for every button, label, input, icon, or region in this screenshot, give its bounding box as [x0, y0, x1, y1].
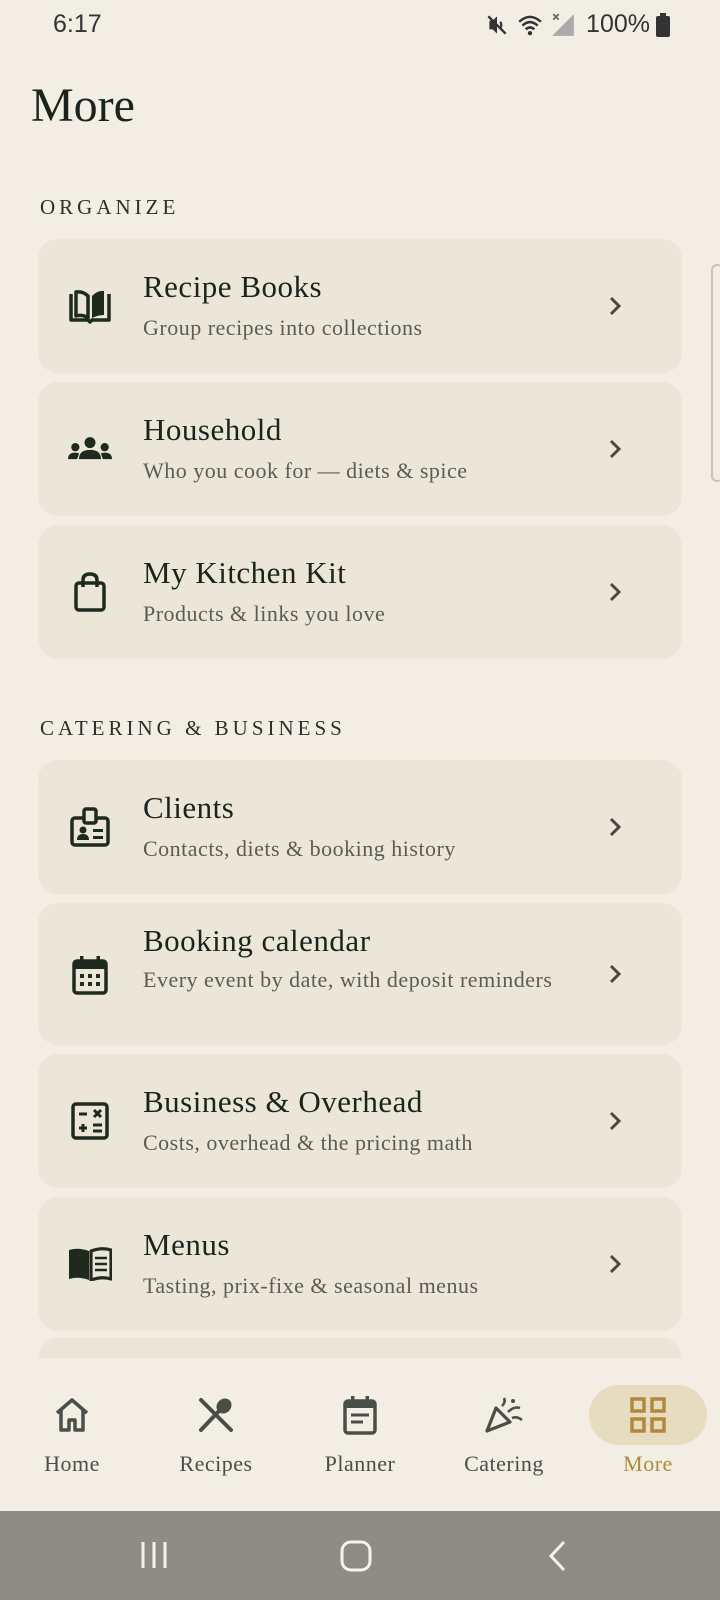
- menu-item-title: My Kitchen Kit: [143, 555, 347, 590]
- shopping-bag-icon: [68, 570, 112, 614]
- chevron-right-icon: [609, 817, 622, 837]
- calculator-icon: [68, 1099, 112, 1143]
- calendar-icon: [68, 953, 112, 997]
- chevron-right-icon: [609, 582, 622, 602]
- section-label-organize: ORGANIZE: [40, 195, 180, 219]
- nav-label: Catering: [464, 1451, 544, 1476]
- home-icon: [55, 1398, 89, 1432]
- menu-item-title: Clients: [143, 790, 235, 825]
- menu-item-subtitle: Contacts, diets & booking history: [143, 836, 456, 861]
- nav-planner[interactable]: Planner: [288, 1359, 432, 1511]
- wifi-icon: [518, 15, 542, 35]
- back-icon[interactable]: [546, 1539, 570, 1573]
- menu-item-clients[interactable]: Clients Contacts, diets & booking histor…: [38, 760, 682, 894]
- contact-badge-icon: [68, 805, 112, 849]
- nav-more[interactable]: More: [576, 1359, 720, 1511]
- status-time: 6:17: [53, 10, 102, 38]
- nav-label: Home: [44, 1451, 100, 1476]
- utensils-icon: [199, 1398, 233, 1432]
- chevron-right-icon: [609, 1254, 622, 1274]
- nav-recipes[interactable]: Recipes: [144, 1359, 288, 1511]
- menu-item-household[interactable]: Household Who you cook for — diets & spi…: [38, 382, 682, 516]
- menu-item-business-overhead[interactable]: Business & Overhead Costs, overhead & th…: [38, 1054, 682, 1188]
- menu-item-booking-calendar[interactable]: Booking calendar Every event by date, wi…: [38, 903, 682, 1045]
- menu-item-my-kitchen-kit[interactable]: My Kitchen Kit Products & links you love: [38, 525, 682, 659]
- menu-item-subtitle: Costs, overhead & the pricing math: [143, 1130, 473, 1155]
- scroll-indicator[interactable]: [711, 264, 720, 482]
- menu-item-subtitle: Products & links you love: [143, 601, 386, 626]
- list-item-partial[interactable]: [38, 1338, 682, 1358]
- menu-item-subtitle: Tasting, prix-fixe & seasonal menus: [143, 1273, 479, 1298]
- menu-item-title: Booking calendar: [143, 923, 371, 958]
- nav-icon-container: [157, 1385, 275, 1445]
- grid-icon: [630, 1397, 666, 1433]
- chevron-right-icon: [609, 964, 622, 984]
- menu-item-title: Recipe Books: [143, 269, 323, 304]
- system-navigation-bar: [0, 1511, 720, 1600]
- page-title: More: [31, 79, 135, 132]
- nav-label: Recipes: [179, 1451, 253, 1476]
- bottom-navigation: Home Recipes Planner Catering More: [0, 1359, 720, 1511]
- nav-icon-container: [13, 1385, 131, 1445]
- nav-label: More: [623, 1451, 673, 1476]
- status-bar: 6:17 100%: [0, 0, 720, 50]
- battery-icon: [656, 12, 670, 37]
- nav-icon-container: [445, 1385, 563, 1445]
- section-label-catering-business: CATERING & BUSINESS: [40, 716, 346, 740]
- menu-item-title: Business & Overhead: [143, 1084, 423, 1119]
- nav-catering[interactable]: Catering: [432, 1359, 576, 1511]
- menu-item-subtitle: Who you cook for — diets & spice: [143, 458, 468, 483]
- people-icon: [68, 427, 112, 471]
- nav-home[interactable]: Home: [0, 1359, 144, 1511]
- chevron-right-icon: [609, 1111, 622, 1131]
- battery-percentage: 100%: [586, 10, 650, 38]
- menu-item-subtitle: Group recipes into collections: [143, 315, 423, 340]
- chevron-right-icon: [609, 439, 622, 459]
- planner-icon: [343, 1396, 377, 1435]
- recent-apps-icon[interactable]: [138, 1539, 170, 1571]
- mute-icon: [487, 14, 507, 35]
- nav-label: Planner: [324, 1451, 396, 1476]
- nav-icon-container: [589, 1385, 707, 1445]
- menu-book-icon: [68, 1242, 112, 1286]
- status-icons: 100%: [484, 10, 670, 39]
- menu-item-recipe-books[interactable]: Recipe Books Group recipes into collecti…: [38, 239, 682, 373]
- signal-icon: [552, 13, 574, 36]
- home-button-icon[interactable]: [339, 1539, 373, 1573]
- menu-item-title: Household: [143, 412, 282, 447]
- menu-item-subtitle: Every event by date, with deposit remind…: [143, 967, 553, 992]
- book-open-icon: [68, 284, 112, 328]
- party-popper-icon: [485, 1397, 523, 1433]
- menu-item-title: Menus: [143, 1227, 230, 1262]
- menu-item-menus[interactable]: Menus Tasting, prix-fixe & seasonal menu…: [38, 1197, 682, 1331]
- chevron-right-icon: [609, 296, 622, 316]
- nav-icon-container: [301, 1385, 419, 1445]
